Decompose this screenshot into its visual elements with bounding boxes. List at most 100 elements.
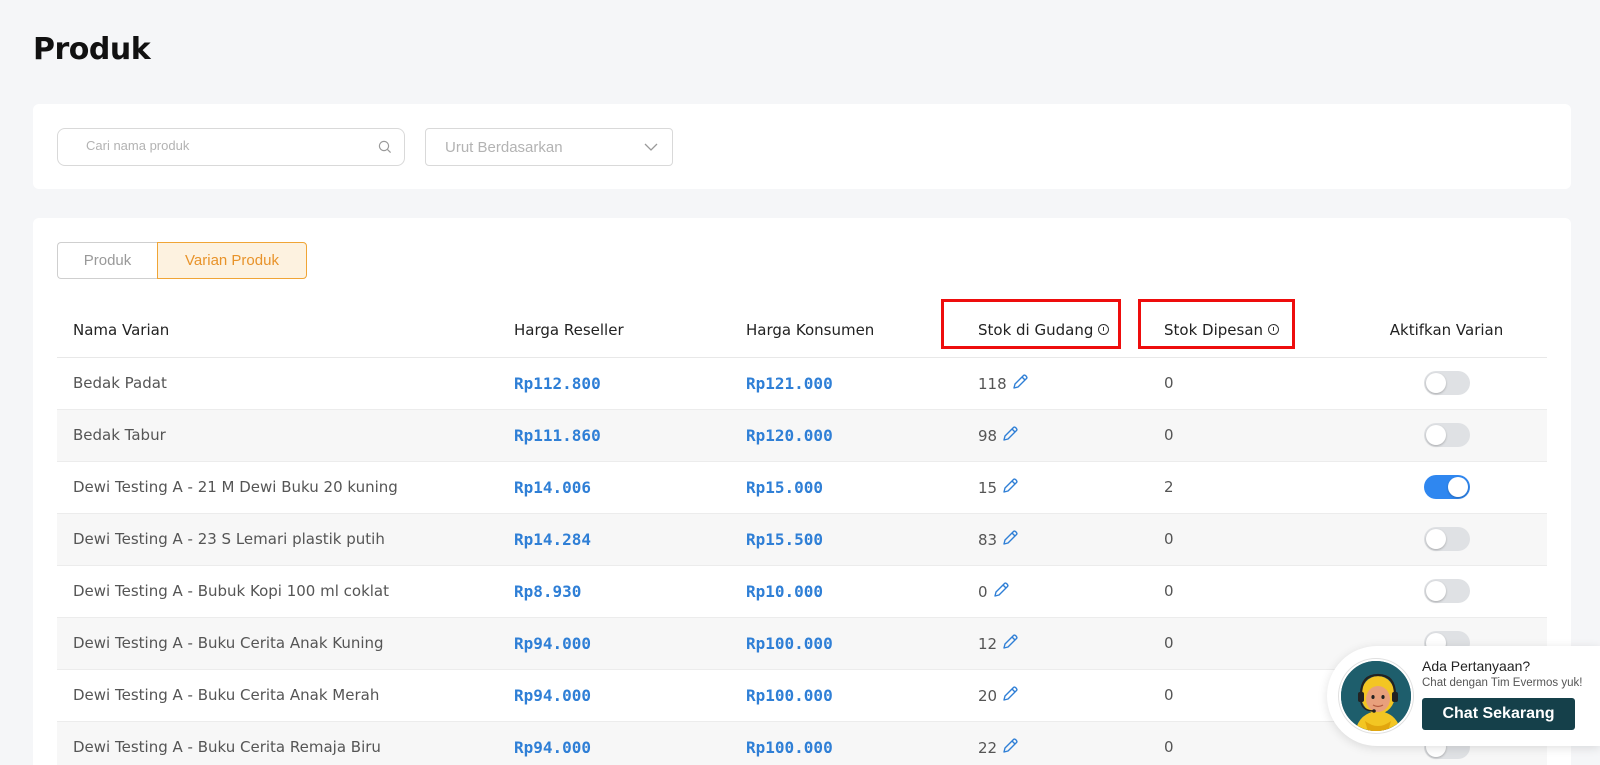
highlight-box-stok-dipesan (1138, 299, 1295, 349)
reseller-price: Rp14.284 (498, 513, 730, 566)
reseller-price: Rp94.000 (498, 617, 730, 670)
search-icon[interactable] (378, 140, 392, 154)
pencil-icon[interactable] (992, 581, 1010, 599)
reseller-price: Rp111.860 (498, 409, 730, 462)
pencil-icon[interactable] (1011, 373, 1029, 391)
pencil-icon[interactable] (1001, 529, 1019, 547)
tab-group: Produk Varian Produk (57, 242, 307, 279)
chevron-down-icon (644, 143, 658, 151)
warehouse-stock: 0 (978, 583, 988, 601)
variant-name: Dewi Testing A - Bubuk Kopi 100 ml cokla… (57, 565, 498, 618)
reseller-price: Rp14.006 (498, 461, 730, 514)
variant-name: Bedak Padat (57, 357, 498, 410)
ordered-stock: 0 (1148, 721, 1346, 765)
pencil-icon[interactable] (1001, 737, 1019, 755)
column-header-harga-reseller: Harga Reseller (498, 303, 730, 358)
activate-variant-cell (1346, 461, 1547, 514)
warehouse-stock-cell: 20 (962, 669, 1148, 722)
chat-widget: Ada Pertanyaan? Chat dengan Tim Evermos … (1327, 646, 1600, 746)
activate-variant-cell (1346, 357, 1547, 410)
pencil-icon[interactable] (1001, 425, 1019, 443)
toggle-knob (1425, 581, 1446, 601)
table-row: Dewi Testing A - Bubuk Kopi 100 ml cokla… (57, 565, 1547, 618)
consumer-price: Rp121.000 (730, 357, 962, 410)
ordered-stock: 0 (1148, 617, 1346, 670)
reseller-price: Rp8.930 (498, 565, 730, 618)
variant-name: Dewi Testing A - Buku Cerita Anak Merah (57, 669, 498, 722)
consumer-price: Rp100.000 (730, 669, 962, 722)
warehouse-stock-cell: 83 (962, 513, 1148, 566)
activate-variant-toggle[interactable] (1423, 475, 1470, 499)
table-row: Bedak Tabur Rp111.860 Rp120.000 98 0 (57, 409, 1547, 462)
table-row: Dewi Testing A - 21 M Dewi Buku 20 kunin… (57, 461, 1547, 514)
search-input[interactable] (86, 138, 366, 153)
consumer-price: Rp15.000 (730, 461, 962, 514)
search-box[interactable] (57, 128, 405, 166)
warehouse-stock: 98 (978, 427, 998, 445)
pencil-icon[interactable] (1001, 477, 1019, 495)
activate-variant-cell (1346, 409, 1547, 462)
activate-variant-toggle[interactable] (1423, 423, 1470, 447)
variant-name: Dewi Testing A - Buku Cerita Remaja Biru (57, 721, 498, 765)
chat-agent-avatar (1339, 659, 1413, 733)
toggle-knob (1447, 477, 1468, 497)
table-body: Bedak Padat Rp112.800 Rp121.000 118 0 Bedak T… (57, 357, 1547, 765)
sort-dropdown[interactable]: Urut Berdasarkan (425, 128, 673, 166)
warehouse-stock-cell: 15 (962, 461, 1148, 514)
ordered-stock: 0 (1148, 565, 1346, 618)
tab-varian-produk[interactable]: Varian Produk (157, 242, 307, 279)
toggle-knob (1425, 373, 1446, 393)
activate-variant-toggle[interactable] (1423, 371, 1470, 395)
consumer-price: Rp100.000 (730, 617, 962, 670)
ordered-stock: 0 (1148, 357, 1346, 410)
toggle-knob (1425, 425, 1446, 445)
reseller-price: Rp94.000 (498, 669, 730, 722)
consumer-price: Rp120.000 (730, 409, 962, 462)
warehouse-stock-cell: 22 (962, 721, 1148, 765)
warehouse-stock: 12 (978, 635, 998, 653)
pencil-icon[interactable] (1001, 633, 1019, 651)
table-header-row: Nama Varian Harga Reseller Harga Konsume… (57, 303, 1547, 358)
column-header-aktifkan-varian: Aktifkan Varian (1346, 303, 1547, 358)
warehouse-stock: 15 (978, 479, 998, 497)
filter-bar: Urut Berdasarkan (33, 104, 1571, 189)
table-row: Dewi Testing A - Buku Cerita Anak Kuning… (57, 617, 1547, 670)
chat-now-button[interactable]: Chat Sekarang (1422, 698, 1575, 730)
ordered-stock: 0 (1148, 513, 1346, 566)
column-header-harga-konsumen: Harga Konsumen (730, 303, 962, 358)
variant-table: Nama Varian Harga Reseller Harga Konsume… (57, 303, 1547, 765)
table-row: Dewi Testing A - Buku Cerita Anak Merah R… (57, 669, 1547, 722)
table-row: Dewi Testing A - 23 S Lemari plastik put… (57, 513, 1547, 566)
consumer-price: Rp100.000 (730, 721, 962, 765)
ordered-stock: 0 (1148, 669, 1346, 722)
warehouse-stock: 22 (978, 739, 998, 757)
consumer-price: Rp10.000 (730, 565, 962, 618)
variant-name: Dewi Testing A - Buku Cerita Anak Kuning (57, 617, 498, 670)
chat-title: Ada Pertanyaan? (1422, 658, 1531, 674)
sort-dropdown-label: Urut Berdasarkan (445, 139, 563, 156)
variant-name: Bedak Tabur (57, 409, 498, 462)
activate-variant-toggle[interactable] (1423, 579, 1470, 603)
activate-variant-toggle[interactable] (1423, 527, 1470, 551)
ordered-stock: 2 (1148, 461, 1346, 514)
toggle-knob (1425, 529, 1446, 549)
activate-variant-cell (1346, 513, 1547, 566)
warehouse-stock-cell: 12 (962, 617, 1148, 670)
warehouse-stock-cell: 0 (962, 565, 1148, 618)
tab-produk[interactable]: Produk (57, 242, 157, 279)
column-header-nama-varian: Nama Varian (57, 303, 498, 358)
variant-name: Dewi Testing A - 21 M Dewi Buku 20 kunin… (57, 461, 498, 514)
reseller-price: Rp112.800 (498, 357, 730, 410)
reseller-price: Rp94.000 (498, 721, 730, 765)
table-row: Dewi Testing A - Buku Cerita Remaja Biru… (57, 721, 1547, 765)
consumer-price: Rp15.500 (730, 513, 962, 566)
support-agent-icon (1341, 661, 1411, 731)
chat-subtitle: Chat dengan Tim Evermos yuk! (1422, 677, 1583, 689)
warehouse-stock-cell: 98 (962, 409, 1148, 462)
warehouse-stock: 20 (978, 687, 998, 705)
pencil-icon[interactable] (1001, 685, 1019, 703)
table-row: Bedak Padat Rp112.800 Rp121.000 118 0 (57, 357, 1547, 410)
warehouse-stock: 118 (978, 375, 1007, 393)
page-title: Produk (33, 32, 151, 67)
ordered-stock: 0 (1148, 409, 1346, 462)
